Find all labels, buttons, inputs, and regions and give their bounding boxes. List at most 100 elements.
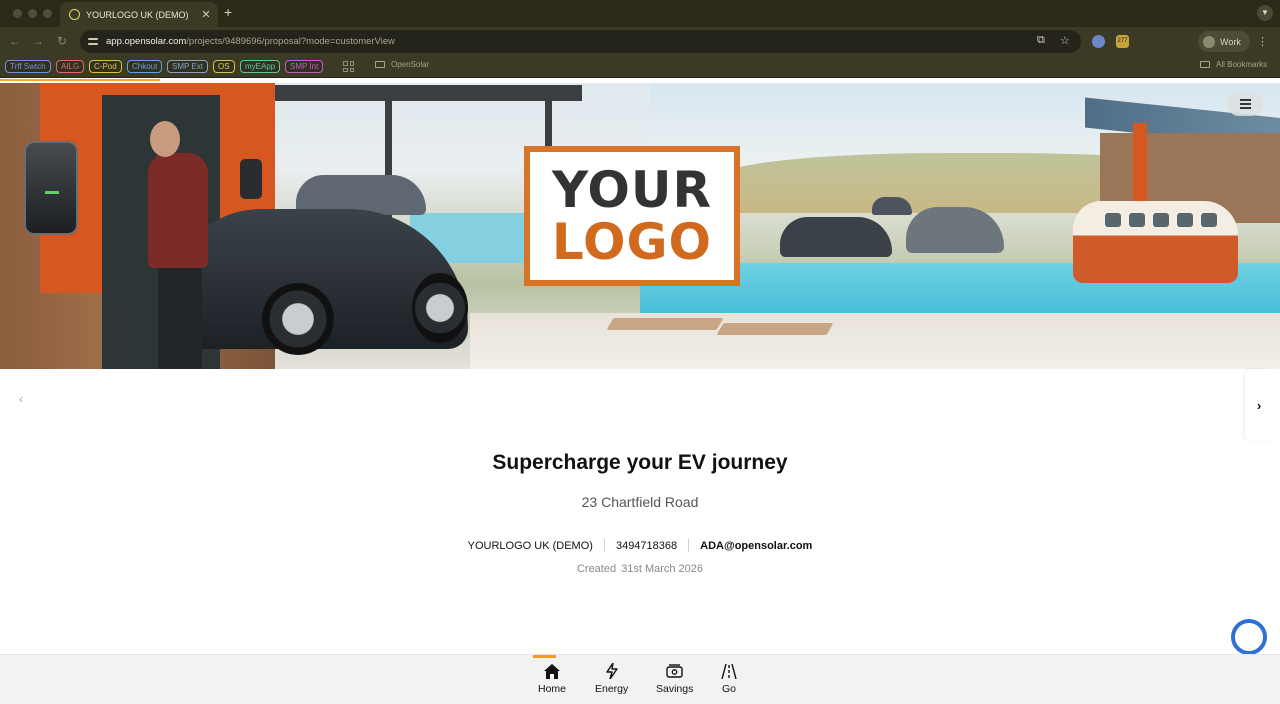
page-load-progress <box>0 79 160 81</box>
divider <box>603 539 605 552</box>
tab-search-chevron-icon[interactable]: ▼ <box>1257 5 1273 21</box>
profile-avatar <box>1203 35 1215 48</box>
new-tab-icon[interactable]: + <box>224 4 232 20</box>
menu-icon <box>1240 99 1251 101</box>
folder-icon <box>375 61 385 68</box>
bookmark-ailg[interactable]: AILG <box>56 60 85 73</box>
nav-label-energy: Energy <box>595 683 629 695</box>
savings-icon <box>666 662 683 680</box>
browser-toolbar: ← → ↻ app.opensolar.com/projects/9489696… <box>0 27 1280 74</box>
site-info-icon[interactable] <box>88 37 98 46</box>
nav-item-go[interactable]: Go <box>721 662 737 695</box>
bookmark-folder-label: OpenSolar <box>391 60 430 69</box>
bottom-navigation: Home Energy Savings Go <box>0 654 1280 704</box>
car-wheel <box>262 283 334 355</box>
nav-label-go: Go <box>721 683 736 695</box>
bookmark-star-icon[interactable]: ☆ <box>1060 34 1070 47</box>
hero-person-head <box>150 121 180 157</box>
company-name: YOURLOGO UK (DEMO) <box>467 539 593 552</box>
bookmark-chkout[interactable]: Chkout <box>127 60 163 73</box>
bookmark-trff-swtch[interactable]: Trff Swtch <box>5 60 51 73</box>
bookmark-c-pod[interactable]: C-Pod <box>89 60 122 73</box>
property-address: 23 Chartfield Road <box>581 494 699 510</box>
hero-banner-image: YOUR LOGO <box>0 83 1280 369</box>
browser-tab-strip: YOURLOGO UK (DEMO) ✕ + ▼ <box>0 0 1280 27</box>
divider <box>688 539 690 552</box>
carousel-next-button[interactable]: › <box>1245 369 1273 441</box>
nav-item-energy[interactable]: Energy <box>595 662 628 695</box>
forward-arrow-icon[interactable]: → <box>31 34 45 48</box>
back-arrow-icon[interactable]: ← <box>8 34 22 48</box>
hero-car-suv <box>906 207 1004 253</box>
created-date: Created 31st March 2026 <box>0 563 1280 575</box>
all-bookmarks-folder[interactable]: All Bookmarks <box>1200 60 1267 69</box>
logo-text-line1: YOUR <box>551 161 713 219</box>
lightning-icon <box>605 662 618 680</box>
hero-lounger <box>716 323 834 335</box>
camper-window <box>1105 213 1121 227</box>
camper-window <box>1129 213 1145 227</box>
logo-text-line2: LOGO <box>551 213 713 271</box>
window-close-control[interactable] <box>13 9 22 18</box>
home-icon <box>544 662 560 680</box>
hero-carport-roof <box>272 85 582 101</box>
hero-person-body <box>148 153 208 268</box>
browser-menu-icon[interactable]: ⋮ <box>1257 35 1268 48</box>
proposal-page: YOUR LOGO ‹ › Supercharge your EV journe… <box>0 79 1280 704</box>
hero-chimney <box>1133 123 1147 213</box>
bookmark-smp-int[interactable]: SMP Int <box>285 60 324 73</box>
email-link[interactable]: ADA@opensolar.com <box>700 540 812 552</box>
hero-car-far <box>872 197 912 215</box>
camper-window <box>1201 213 1217 227</box>
extension-badge-icon[interactable]: 277 <box>1116 35 1129 48</box>
address-bar[interactable]: app.opensolar.com/projects/9489696/propo… <box>80 30 1081 53</box>
car-wheel <box>412 273 468 343</box>
bookmark-smp-ext[interactable]: SMP Ext <box>167 60 208 73</box>
reload-icon[interactable]: ↻ <box>55 34 69 48</box>
page-title: Supercharge your EV journey <box>492 451 788 474</box>
hamburger-menu-button[interactable] <box>1227 92 1263 116</box>
camper-window <box>1153 213 1169 227</box>
install-app-icon[interactable]: ⧉ <box>1037 34 1045 47</box>
hero-person-legs <box>158 263 202 369</box>
window-zoom-control[interactable] <box>43 9 52 18</box>
chevron-right-icon: › <box>1256 397 1262 413</box>
created-label: Created <box>576 563 617 575</box>
all-bookmarks-label: All Bookmarks <box>1216 60 1268 69</box>
tab-title: YOURLOGO UK (DEMO) <box>86 9 189 20</box>
active-tab-indicator <box>533 655 556 658</box>
ev-charger-small <box>240 159 262 199</box>
tab-close-icon[interactable]: ✕ <box>200 8 212 21</box>
nav-label-savings: Savings <box>656 683 694 695</box>
phone-number[interactable]: 3494718368 <box>616 540 677 552</box>
profile-label: Work <box>1220 36 1241 47</box>
hero-deck <box>470 313 1280 369</box>
url-text[interactable]: app.opensolar.com/projects/9489696/propo… <box>106 36 395 47</box>
password-extension-icon[interactable] <box>1092 35 1105 48</box>
chat-widget-button[interactable] <box>1231 619 1267 655</box>
created-date-value: 31st March 2026 <box>621 563 704 575</box>
menu-icon <box>1240 103 1251 105</box>
bookmarks-bar: Trff Swtch AILG C-Pod Chkout SMP Ext OS … <box>0 56 1280 78</box>
road-icon <box>721 662 737 680</box>
apps-grid-icon[interactable] <box>343 61 354 72</box>
chevron-left-icon: ‹ <box>19 392 23 406</box>
hero-car-dark <box>780 217 892 257</box>
hero-lounger <box>606 318 724 330</box>
contact-details: YOURLOGO UK (DEMO) 3494718368 ADA@openso… <box>0 539 1280 552</box>
company-logo: YOUR LOGO <box>524 146 740 286</box>
nav-item-savings[interactable]: Savings <box>656 662 693 695</box>
browser-tab-active[interactable]: YOURLOGO UK (DEMO) ✕ <box>60 2 218 27</box>
carousel-prev-button[interactable]: ‹ <box>8 369 34 429</box>
nav-item-home[interactable]: Home <box>538 662 566 695</box>
profile-button[interactable]: Work <box>1198 31 1250 52</box>
window-minimize-control[interactable] <box>28 9 37 18</box>
folder-icon <box>1200 61 1210 68</box>
bookmark-folder-opensolar[interactable]: OpenSolar <box>375 60 429 69</box>
nav-label-home: Home <box>538 683 567 695</box>
bookmark-myeapp[interactable]: myEApp <box>240 60 281 73</box>
bookmark-os[interactable]: OS <box>213 60 235 73</box>
ev-charger <box>24 141 78 235</box>
hero-camper-van <box>1073 201 1238 283</box>
camper-window <box>1177 213 1193 227</box>
